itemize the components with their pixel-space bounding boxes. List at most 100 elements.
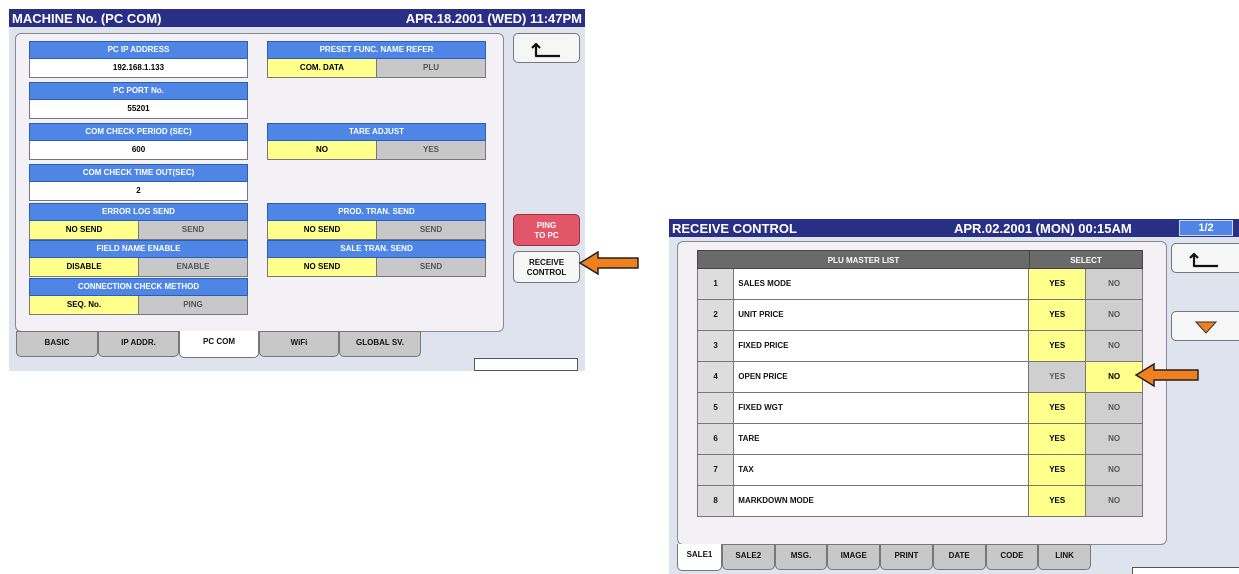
right-back-button[interactable] xyxy=(1171,243,1239,273)
list-item: 5 FIXED WGT YES NO xyxy=(697,393,1143,424)
tab-pc-com[interactable]: PC COM xyxy=(179,331,259,358)
tab-date[interactable]: DATE xyxy=(932,544,986,570)
scroll-down-button[interactable] xyxy=(1171,311,1239,341)
error-log-no-send-option[interactable]: NO SEND xyxy=(29,221,139,240)
no-option[interactable]: NO xyxy=(1085,455,1142,485)
connection-check-label: CONNECTION CHECK METHOD xyxy=(29,278,248,296)
orange-arrow-icon xyxy=(1134,362,1199,388)
row-number: 3 xyxy=(698,331,734,361)
error-log-send-option[interactable]: SEND xyxy=(139,221,248,240)
tab-sale2[interactable]: SALE2 xyxy=(721,544,775,570)
tab-msg[interactable]: MSG. xyxy=(774,544,828,570)
pc-ip-address-value: 192.168.1.133 xyxy=(29,59,248,78)
plu-master-list-header: PLU MASTER LIST xyxy=(697,250,1030,269)
field-name-disable-option[interactable]: DISABLE xyxy=(29,258,139,277)
ping-to-pc-button[interactable]: PING TO PC xyxy=(513,214,580,246)
yes-option[interactable]: YES xyxy=(1028,486,1086,516)
row-label: TARE xyxy=(733,424,1029,454)
return-arrow-icon xyxy=(1189,252,1218,268)
field-name-enable-label: FIELD NAME ENABLE xyxy=(29,240,248,258)
com-check-timeout-value: 2 xyxy=(29,182,248,201)
com-check-period-field[interactable]: COM CHECK PERIOD (SEC) 600 xyxy=(29,123,248,160)
yes-option[interactable]: YES xyxy=(1028,331,1086,361)
pc-ip-address-field[interactable]: PC IP ADDRESS 192.168.1.133 xyxy=(29,41,248,78)
left-settings-panel: PC IP ADDRESS 192.168.1.133 PC PORT No. … xyxy=(15,33,504,332)
field-name-enable-option[interactable]: ENABLE xyxy=(139,258,248,277)
receive-label-line1: RECEIVE xyxy=(528,258,565,267)
row-label: MARKDOWN MODE xyxy=(733,486,1029,516)
prod-tran-send-option[interactable]: SEND xyxy=(377,221,486,240)
row-number: 8 xyxy=(698,486,734,516)
receive-control-panel: PLU MASTER LIST SELECT 1 SALES MODE YES … xyxy=(677,241,1167,545)
tab-image[interactable]: IMAGE xyxy=(827,544,881,570)
error-log-send-label: ERROR LOG SEND xyxy=(29,203,248,221)
sale-tran-send-option[interactable]: SEND xyxy=(377,258,486,277)
orange-arrow-icon xyxy=(578,250,639,276)
row-number: 4 xyxy=(698,362,734,392)
preset-func-toggle: PRESET FUNC. NAME REFER COM. DATA PLU xyxy=(267,41,486,78)
left-tab-bar: BASIC IP ADDR. PC COM WiFi GLOBAL SV. xyxy=(16,331,431,358)
no-option[interactable]: NO xyxy=(1085,424,1142,454)
left-screen: MACHINE No. (PC COM) APR.18.2001 (WED) 1… xyxy=(9,9,585,371)
row-number: 5 xyxy=(698,393,734,423)
tab-wifi[interactable]: WiFi xyxy=(259,331,339,357)
prod-tran-send-label: PROD. TRAN. SEND xyxy=(267,203,486,221)
com-check-timeout-field[interactable]: COM CHECK TIME OUT(SEC) 2 xyxy=(29,164,248,201)
right-tab-bar: SALE1 SALE2 MSG. IMAGE PRINT DATE CODE L… xyxy=(677,544,1091,571)
page-indicator: 1/2 xyxy=(1179,220,1233,236)
right-screen-title: RECEIVE CONTROL xyxy=(672,221,797,236)
tare-adjust-yes-option[interactable]: YES xyxy=(377,141,486,160)
connection-check-seq-option[interactable]: SEQ. No. xyxy=(29,296,139,315)
row-label: OPEN PRICE xyxy=(733,362,1029,392)
no-option[interactable]: NO xyxy=(1085,269,1142,299)
pc-port-label: PC PORT No. xyxy=(29,82,248,100)
tare-adjust-label: TARE ADJUST xyxy=(267,123,486,141)
tab-print[interactable]: PRINT xyxy=(880,544,933,570)
yes-option[interactable]: YES xyxy=(1028,300,1086,330)
no-option[interactable]: NO xyxy=(1085,331,1142,361)
receive-label-line2: CONTROL xyxy=(526,268,567,277)
ping-label-line2: TO PC xyxy=(534,231,559,240)
tab-sale1[interactable]: SALE1 xyxy=(677,544,722,571)
tab-link[interactable]: LINK xyxy=(1038,544,1091,570)
preset-func-plu-option[interactable]: PLU xyxy=(377,59,486,78)
yes-option[interactable]: YES xyxy=(1028,455,1086,485)
tab-basic[interactable]: BASIC xyxy=(16,331,98,357)
yes-option[interactable]: YES xyxy=(1028,269,1086,299)
right-status-box xyxy=(1132,567,1239,574)
preset-func-com-data-option[interactable]: COM. DATA xyxy=(267,59,377,78)
sale-tran-send-toggle: SALE TRAN. SEND NO SEND SEND xyxy=(267,240,486,277)
left-screen-title: MACHINE No. (PC COM) xyxy=(12,11,162,26)
sale-tran-no-send-option[interactable]: NO SEND xyxy=(267,258,377,277)
right-title-bar: RECEIVE CONTROL APR.02.2001 (MON) 00:15A… xyxy=(669,219,1239,237)
pc-ip-address-label: PC IP ADDRESS xyxy=(29,41,248,59)
row-label: TAX xyxy=(733,455,1029,485)
yes-option[interactable]: YES xyxy=(1028,424,1086,454)
left-title-bar: MACHINE No. (PC COM) APR.18.2001 (WED) 1… xyxy=(9,9,585,27)
tab-global-sv[interactable]: GLOBAL SV. xyxy=(339,331,421,357)
tab-code[interactable]: CODE xyxy=(985,544,1039,570)
connection-check-ping-option[interactable]: PING xyxy=(139,296,248,315)
pc-port-field[interactable]: PC PORT No. 55201 xyxy=(29,82,248,119)
list-item: 8 MARKDOWN MODE YES NO xyxy=(697,486,1143,517)
row-number: 7 xyxy=(698,455,734,485)
yes-option[interactable]: YES xyxy=(1028,393,1086,423)
no-option[interactable]: NO xyxy=(1085,393,1142,423)
list-item: 6 TARE YES NO xyxy=(697,424,1143,455)
tare-adjust-no-option[interactable]: NO xyxy=(267,141,377,160)
preset-func-label: PRESET FUNC. NAME REFER xyxy=(267,41,486,59)
no-option[interactable]: NO xyxy=(1085,486,1142,516)
row-label: FIXED PRICE xyxy=(733,331,1029,361)
tab-ip-addr[interactable]: IP ADDR. xyxy=(98,331,179,357)
receive-control-button[interactable]: RECEIVE CONTROL xyxy=(513,251,580,283)
row-label: SALES MODE xyxy=(733,269,1029,299)
prod-tran-send-toggle: PROD. TRAN. SEND NO SEND SEND xyxy=(267,203,486,240)
row-number: 6 xyxy=(698,424,734,454)
prod-tran-no-send-option[interactable]: NO SEND xyxy=(267,221,377,240)
left-back-button[interactable] xyxy=(513,33,580,63)
sale-tran-send-label: SALE TRAN. SEND xyxy=(267,240,486,258)
no-option[interactable]: NO xyxy=(1085,300,1142,330)
row-label: UNIT PRICE xyxy=(733,300,1029,330)
yes-option[interactable]: YES xyxy=(1028,362,1086,392)
return-arrow-icon xyxy=(531,42,560,58)
